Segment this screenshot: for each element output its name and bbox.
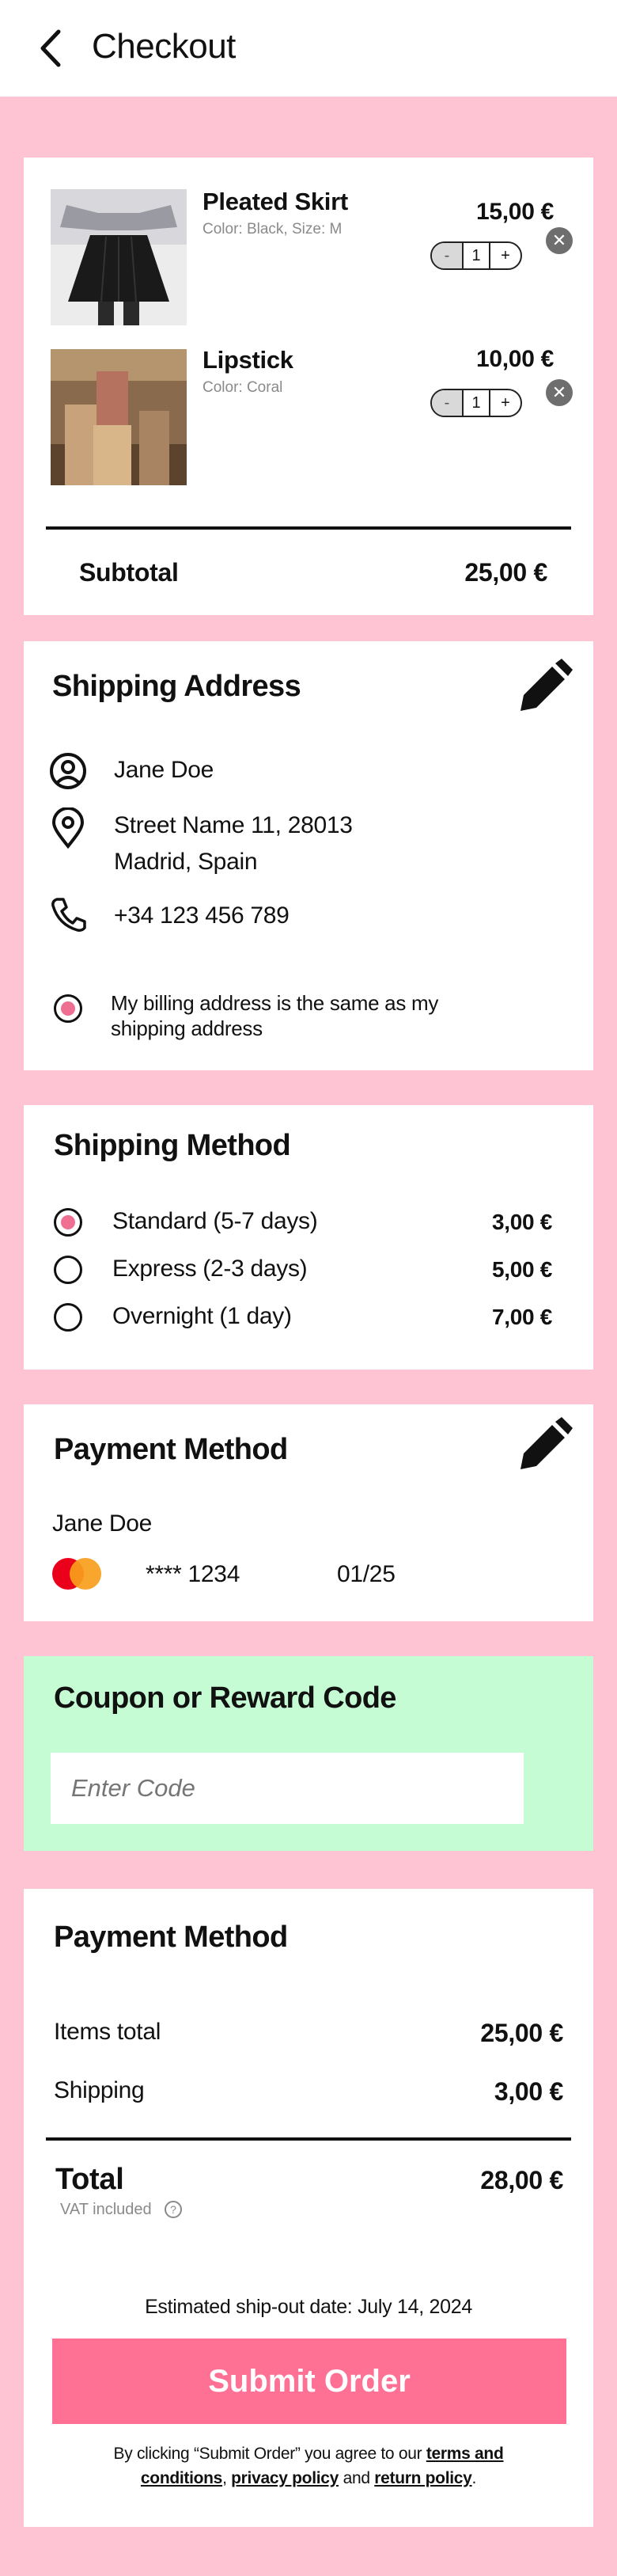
shipping-address-card: Shipping Address Jane Doe Street Name 11… [24, 641, 593, 1070]
item-details: Color: Coral [203, 379, 283, 396]
quantity-value: 1 [464, 243, 490, 268]
section-title: Shipping Address [52, 670, 301, 703]
legal-prefix: By clicking “Submit Order” you agree to … [113, 2445, 426, 2463]
items-total-label: Items total [54, 2019, 161, 2045]
quantity-stepper: - 1 + [430, 389, 522, 417]
legal-text: By clicking “Submit Order” you agree to … [79, 2441, 538, 2491]
increase-quantity-button[interactable]: + [490, 243, 520, 268]
phone-icon [51, 898, 86, 932]
billing-same-label: shipping address [111, 1016, 263, 1040]
coupon-card: Coupon or Reward Code [24, 1656, 593, 1851]
decrease-quantity-button[interactable]: - [432, 243, 464, 268]
card-expiry: 01/25 [337, 1561, 396, 1587]
address-name: Jane Doe [114, 757, 214, 783]
address-street: Street Name 11, 28013 [114, 812, 353, 838]
divider [46, 2137, 571, 2141]
terms-link[interactable]: terms and [426, 2445, 504, 2463]
section-title: Coupon or Reward Code [54, 1681, 396, 1715]
total-label: Total [55, 2163, 124, 2196]
shipping-option-price: 5,00 € [491, 1257, 552, 1282]
back-arrow-icon[interactable] [35, 28, 66, 68]
shipping-value: 3,00 € [494, 2077, 563, 2106]
header: Checkout [0, 0, 617, 97]
shipping-option-price: 3,00 € [491, 1210, 552, 1234]
order-summary-card: Payment Method Items total 25,00 € Shipp… [24, 1889, 593, 2527]
increase-quantity-button[interactable]: + [490, 390, 520, 416]
remove-item-button[interactable]: ✕ [546, 227, 573, 254]
shipping-option-price: 7,00 € [491, 1305, 552, 1329]
subtotal-label: Subtotal [79, 558, 179, 587]
terms-link[interactable]: conditions [141, 2469, 222, 2487]
total-value: 28,00 € [480, 2166, 563, 2194]
shipping-method-card: Shipping Method Standard (5-7 days) 3,00… [24, 1105, 593, 1370]
legal-separator: , [222, 2469, 232, 2487]
ship-out-date: Estimated ship-out date: July 14, 2024 [145, 2296, 472, 2318]
edit-pencil-icon[interactable] [516, 1417, 573, 1474]
submit-order-button[interactable]: Submit Order [52, 2339, 566, 2424]
coupon-code-input[interactable] [51, 1753, 524, 1824]
item-name: Pleated Skirt [203, 188, 348, 215]
billing-same-radio[interactable] [54, 994, 82, 1023]
legal-end: . [471, 2469, 477, 2487]
address-phone: +34 123 456 789 [114, 902, 290, 929]
vat-note: VAT included [60, 2201, 152, 2218]
decrease-quantity-button[interactable]: - [432, 390, 464, 416]
address-city: Madrid, Spain [114, 849, 258, 875]
vat-help-icon[interactable]: ? [165, 2201, 182, 2218]
payment-method-card: Payment Method Jane Doe **** 1234 01/25 [24, 1404, 593, 1621]
shipping-option-label: Standard (5-7 days) [112, 1208, 318, 1234]
quantity-stepper: - 1 + [430, 241, 522, 270]
shipping-option-label: Express (2-3 days) [112, 1256, 308, 1282]
cart-card: Pleated Skirt Color: Black, Size: M 15,0… [24, 158, 593, 615]
shipping-option-radio[interactable] [54, 1208, 82, 1237]
section-title: Payment Method [54, 1921, 288, 1954]
divider [46, 526, 571, 530]
section-title: Shipping Method [54, 1129, 291, 1162]
billing-same-label: My billing address is the same as my [111, 991, 439, 1015]
shipping-option-radio[interactable] [54, 1303, 82, 1332]
pleated-skirt-image [51, 189, 187, 325]
page-title: Checkout [92, 27, 236, 66]
items-total-value: 25,00 € [480, 2019, 563, 2047]
lipstick-image [51, 349, 187, 485]
card-number: **** 1234 [146, 1561, 240, 1587]
return-policy-link[interactable]: return policy [374, 2469, 472, 2487]
quantity-value: 1 [464, 390, 490, 416]
item-price: 10,00 € [476, 346, 554, 372]
shipping-label: Shipping [54, 2077, 145, 2103]
shipping-option-label: Overnight (1 day) [112, 1303, 292, 1329]
item-price: 15,00 € [476, 199, 554, 225]
edit-pencil-icon[interactable] [516, 659, 573, 716]
remove-item-button[interactable]: ✕ [546, 379, 573, 406]
privacy-policy-link[interactable]: privacy policy [231, 2469, 339, 2487]
item-details: Color: Black, Size: M [203, 221, 343, 237]
shipping-option-radio[interactable] [54, 1256, 82, 1284]
user-icon [50, 753, 86, 789]
cardholder-name: Jane Doe [52, 1510, 153, 1537]
legal-and: and [339, 2469, 375, 2487]
mastercard-icon [52, 1558, 101, 1590]
subtotal-value: 25,00 € [464, 558, 547, 587]
item-name: Lipstick [203, 346, 293, 374]
location-pin-icon [51, 807, 85, 849]
section-title: Payment Method [54, 1433, 288, 1466]
